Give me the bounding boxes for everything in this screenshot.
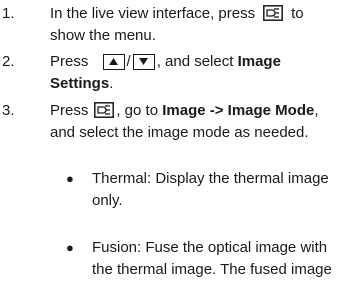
step-line: Press , go to Image -> Image Mode, (50, 100, 319, 122)
bullet-line: Fusion: Fuse the optical image with (92, 239, 328, 256)
step-number: 3. (2, 102, 15, 119)
step-number: 2. (2, 53, 15, 70)
step-line: In the live view interface, press to (50, 3, 304, 25)
bullet-icon: ● (66, 171, 74, 186)
step-number: 1. (2, 5, 15, 22)
bold-term: Image (237, 53, 281, 70)
step-1: 1. In the live view interface, press to … (0, 3, 359, 49)
step-text-segment: Press (50, 102, 89, 119)
step-3: 3. Press , go to Image -> Image Mode, an… (0, 100, 359, 146)
down-key-icon (132, 54, 155, 70)
step-text-segment: , go to (116, 102, 159, 119)
bold-term: Image -> Image Mode (162, 102, 315, 119)
menu-icon (263, 5, 284, 21)
step-text-segment: In the live view interface, press (50, 5, 256, 22)
up-key-icon (102, 54, 125, 70)
step-text-segment: , (314, 102, 319, 119)
step-text-segment: , and select (156, 53, 234, 70)
step-line: and select the image mode as needed. (50, 124, 309, 141)
key-separator: / (126, 53, 131, 70)
step-line: show the menu. (50, 27, 156, 44)
bullet-line: the thermal image. The fused image (92, 261, 332, 278)
menu-icon (94, 102, 115, 118)
step-line: Press / , and select Image (50, 51, 281, 73)
step-text-segment: . (109, 75, 114, 92)
step-text-segment: Press (50, 53, 89, 70)
bullet-icon: ● (66, 240, 74, 255)
bold-term: Settings (50, 75, 110, 92)
instruction-document: 1. In the live view interface, press to … (0, 0, 359, 306)
bullet-line: only. (92, 192, 123, 209)
step-text-segment: to (291, 5, 304, 22)
step-2: 2. Press / , and select Image Settings. (0, 51, 359, 97)
step-line: Settings. (50, 73, 113, 95)
bullet-line: Thermal: Display the thermal image (92, 170, 329, 187)
bullet-item-thermal: ● Thermal: Display the thermal image onl… (0, 168, 359, 214)
bullet-item-fusion: ● Fusion: Fuse the optical image with th… (0, 237, 359, 283)
